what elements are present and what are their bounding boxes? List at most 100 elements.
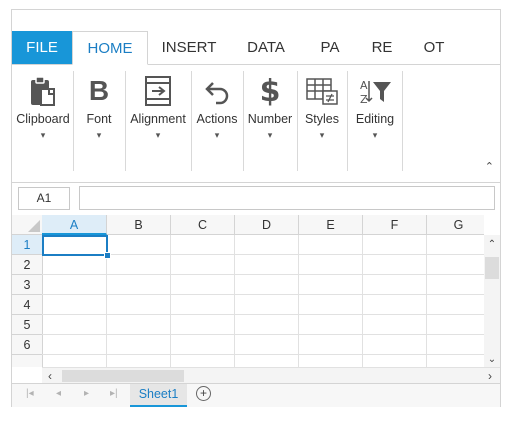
grid-cell[interactable] xyxy=(235,335,299,355)
next-sheet-icon[interactable]: ▸ xyxy=(84,388,89,399)
grid-cell[interactable] xyxy=(299,235,363,255)
grid-cell[interactable] xyxy=(363,275,427,295)
collapse-ribbon-icon[interactable]: ⌃ xyxy=(485,160,494,173)
add-sheet-icon[interactable]: + xyxy=(196,386,211,401)
row-header-1[interactable]: 1 xyxy=(12,235,43,255)
number-group[interactable]: $ Number ▾ xyxy=(244,71,296,175)
scroll-up-icon[interactable]: ⌃ xyxy=(484,239,500,250)
grid-cell[interactable] xyxy=(235,315,299,335)
row-header-6[interactable]: 6 xyxy=(12,335,43,355)
row-header-4[interactable]: 4 xyxy=(12,295,43,315)
tab-review[interactable]: RE xyxy=(360,31,404,64)
tab-page-layout[interactable]: PA xyxy=(308,31,352,64)
grid-cell[interactable] xyxy=(42,335,107,355)
column-header-g[interactable]: G xyxy=(427,215,484,235)
row-header-5[interactable]: 5 xyxy=(12,315,43,335)
grid-cell[interactable] xyxy=(235,295,299,315)
grid-cell[interactable] xyxy=(427,255,484,275)
scroll-down-icon[interactable]: ⌄ xyxy=(484,354,500,365)
grid-cell[interactable] xyxy=(107,255,171,275)
column-header-b[interactable]: B xyxy=(107,215,171,235)
alignment-group[interactable]: Alignment ▾ xyxy=(126,71,190,175)
last-sheet-icon[interactable]: ▸| xyxy=(110,388,118,399)
grid-cell[interactable] xyxy=(299,315,363,335)
grid-cell[interactable] xyxy=(107,315,171,335)
actions-group[interactable]: Actions ▾ xyxy=(192,71,242,175)
font-group[interactable]: B Font ▾ xyxy=(74,71,124,175)
first-sheet-icon[interactable]: |◂ xyxy=(26,388,34,399)
styles-dropdown-icon[interactable]: ▾ xyxy=(298,130,346,141)
tab-insert[interactable]: INSERT xyxy=(152,31,226,64)
grid-cell[interactable] xyxy=(235,235,299,255)
grid-cell[interactable] xyxy=(235,355,299,367)
grid-cell[interactable] xyxy=(171,275,235,295)
grid-cell[interactable] xyxy=(107,275,171,295)
column-header-c[interactable]: C xyxy=(171,215,235,235)
grid-cell[interactable] xyxy=(42,255,107,275)
grid-cell[interactable] xyxy=(171,335,235,355)
tab-other[interactable]: OT xyxy=(412,31,456,64)
actions-dropdown-icon[interactable]: ▾ xyxy=(192,130,242,141)
alignment-dropdown-icon[interactable]: ▾ xyxy=(126,130,190,141)
column-header-d[interactable]: D xyxy=(235,215,299,235)
grid-cell[interactable] xyxy=(299,255,363,275)
select-all-corner[interactable] xyxy=(12,215,43,235)
tab-file[interactable]: FILE xyxy=(12,31,72,64)
grid-cell[interactable] xyxy=(363,295,427,315)
column-header-a[interactable]: A xyxy=(42,215,107,235)
grid-cell[interactable] xyxy=(171,295,235,315)
row-header-3[interactable]: 3 xyxy=(12,275,43,295)
grid-cell[interactable] xyxy=(363,235,427,255)
grid-cell[interactable] xyxy=(171,255,235,275)
grid-cell[interactable] xyxy=(107,335,171,355)
horizontal-scrollbar[interactable]: ‹ › xyxy=(42,367,500,384)
grid-cell[interactable] xyxy=(427,335,484,355)
row-header-7[interactable] xyxy=(12,355,43,367)
grid-cell[interactable] xyxy=(427,295,484,315)
sheet-tab-sheet1[interactable]: Sheet1 xyxy=(130,384,187,407)
grid-cell[interactable] xyxy=(363,315,427,335)
previous-sheet-icon[interactable]: ◂ xyxy=(56,388,61,399)
column-header-f[interactable]: F xyxy=(363,215,427,235)
grid-cell[interactable] xyxy=(107,355,171,367)
grid-cell[interactable] xyxy=(427,355,484,367)
grid-cell[interactable] xyxy=(363,255,427,275)
grid-cell[interactable] xyxy=(171,315,235,335)
grid-cell[interactable] xyxy=(299,295,363,315)
column-header-e[interactable]: E xyxy=(299,215,363,235)
formula-input[interactable] xyxy=(79,186,495,210)
editing-dropdown-icon[interactable]: ▾ xyxy=(348,130,402,141)
scroll-left-icon[interactable]: ‹ xyxy=(48,369,52,383)
vertical-scrollbar[interactable]: ⌃ ⌄ xyxy=(484,235,500,367)
grid-cell[interactable] xyxy=(42,315,107,335)
grid-cell[interactable] xyxy=(235,275,299,295)
grid-cell[interactable] xyxy=(171,355,235,367)
scroll-right-icon[interactable]: › xyxy=(488,369,492,383)
font-dropdown-icon[interactable]: ▾ xyxy=(74,130,124,141)
grid-cell[interactable] xyxy=(299,355,363,367)
grid-cell[interactable] xyxy=(363,355,427,367)
grid-cell[interactable] xyxy=(235,255,299,275)
editing-group[interactable]: A Z Editing ▾ xyxy=(348,71,402,175)
grid-cell[interactable] xyxy=(107,295,171,315)
grid-cell[interactable] xyxy=(363,335,427,355)
clipboard-group[interactable]: Clipboard ▾ xyxy=(14,71,72,175)
grid-cell[interactable] xyxy=(107,235,171,255)
tab-home[interactable]: HOME xyxy=(72,31,148,65)
fill-handle[interactable] xyxy=(104,252,111,259)
grid-cell[interactable] xyxy=(171,235,235,255)
styles-group[interactable]: Styles ▾ xyxy=(298,71,346,175)
grid-cell[interactable] xyxy=(42,295,107,315)
grid-cell[interactable] xyxy=(427,235,484,255)
grid-cell[interactable] xyxy=(299,275,363,295)
tab-data[interactable]: DATA xyxy=(234,31,298,64)
vertical-scroll-thumb[interactable] xyxy=(485,257,499,279)
number-dropdown-icon[interactable]: ▾ xyxy=(244,130,296,141)
row-header-2[interactable]: 2 xyxy=(12,255,43,275)
grid-cell[interactable] xyxy=(427,275,484,295)
grid-cell[interactable] xyxy=(42,355,107,367)
grid-cell[interactable] xyxy=(299,335,363,355)
clipboard-dropdown-icon[interactable]: ▾ xyxy=(14,130,72,141)
active-cell-a1[interactable] xyxy=(42,235,108,256)
grid-cell[interactable] xyxy=(427,315,484,335)
